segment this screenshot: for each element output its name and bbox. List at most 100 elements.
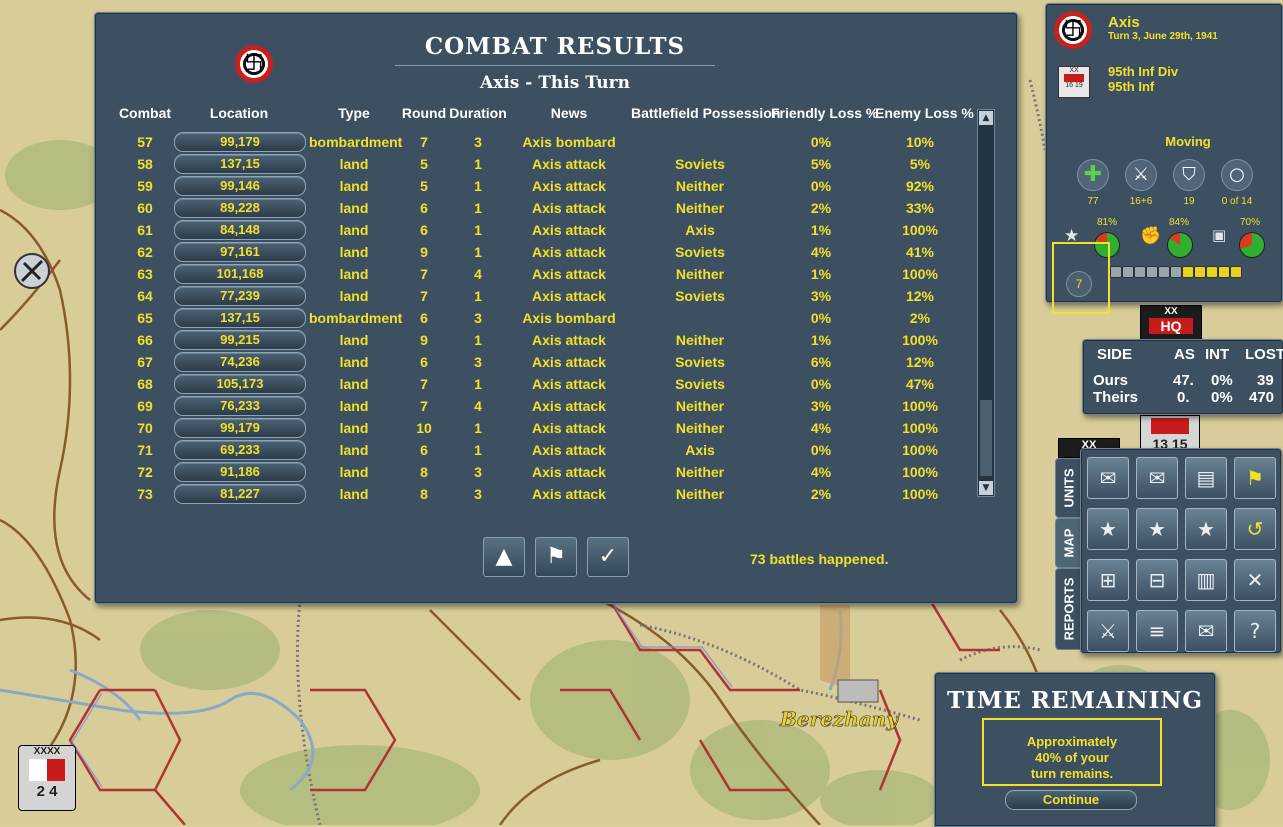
summary-ours-label: Ours	[1093, 372, 1129, 389]
cell-round: 6	[420, 310, 428, 326]
location-button[interactable]: 84,148	[174, 220, 306, 240]
org-chart-button[interactable]: ⊞	[1087, 559, 1129, 601]
location-button[interactable]: 81,227	[174, 484, 306, 504]
pct-morale: 84%	[1168, 217, 1189, 228]
counter-symbol	[1151, 418, 1189, 434]
unit-counter-hq[interactable]: XX HQ	[1140, 305, 1202, 343]
stat-moves: 0 of 14	[1221, 196, 1253, 207]
cell-combat: 70	[137, 420, 153, 436]
cell-duration: 1	[474, 222, 482, 238]
orders-button[interactable]: ≡	[1136, 610, 1178, 652]
cell-type: land	[339, 420, 369, 436]
counter-strength: 2 4	[36, 783, 58, 800]
command-button-grid: ✉ ✉ ▤ ⚑ ★ ★ ★ ↺ ⊞ ⊟ ▥ ✕ ⚔ ≡ ✉ ?	[1080, 448, 1282, 654]
location-button[interactable]: 77,239	[174, 286, 306, 306]
col-combat: Combat	[118, 105, 172, 121]
next-leader-button[interactable]: ★	[1136, 508, 1178, 550]
cell-combat: 65	[137, 310, 153, 326]
scroll-top-button[interactable]: ▲	[483, 537, 525, 577]
experience-pip	[1194, 266, 1206, 278]
table-row: 63 101,168 land 7 4 Axis attack Neither 1% 100%	[95, 263, 975, 285]
combat-results-table: 57 99,179 bombardment 7 3 Axis bombard 0% 10% 58…	[95, 131, 975, 505]
cell-friendly-loss: 3%	[810, 288, 832, 304]
cell-news: Axis attack	[532, 376, 606, 392]
location-button[interactable]: 69,233	[174, 440, 306, 460]
cell-duration: 3	[474, 464, 482, 480]
continue-button[interactable]: Continue	[1005, 790, 1137, 810]
unit-list-button[interactable]: ▤	[1185, 457, 1227, 499]
col-possession: Battlefield Possession	[631, 105, 781, 121]
time-remaining-panel: TIME REMAINING Approximately 40% of your…	[934, 672, 1216, 827]
confirm-button[interactable]: ✓	[587, 537, 629, 577]
col-type: Type	[338, 105, 370, 121]
army-counter[interactable]: XXXX 2 4	[18, 745, 76, 811]
location-button[interactable]: 101,168	[174, 264, 306, 284]
swords-icon: ⚔	[1125, 159, 1157, 191]
pct-experience: 81%	[1096, 217, 1117, 228]
location-button[interactable]: 76,233	[174, 396, 306, 416]
col-duration: Duration	[449, 105, 507, 121]
tab-map[interactable]: MAP	[1055, 518, 1083, 568]
cell-news: Axis attack	[532, 288, 606, 304]
tab-reports[interactable]: REPORTS	[1055, 568, 1083, 650]
help-button[interactable]: ?	[1234, 610, 1276, 652]
supply-icon: ▣	[1212, 226, 1227, 244]
location-button[interactable]: 99,215	[174, 330, 306, 350]
circle-icon: ○	[1221, 159, 1253, 191]
cell-round: 8	[420, 486, 428, 502]
experience-pip	[1110, 266, 1122, 278]
results-scrollbar[interactable]: ▲ ▼	[977, 109, 995, 497]
cell-news: Axis attack	[532, 354, 606, 370]
scroll-thumb[interactable]	[980, 400, 992, 476]
location-button[interactable]: 137,15	[174, 308, 306, 328]
location-button[interactable]: 91,186	[174, 462, 306, 482]
tab-units[interactable]: UNITS	[1055, 458, 1083, 518]
scroll-up-icon[interactable]: ▲	[979, 111, 993, 125]
hierarchy-button[interactable]: ⊟	[1136, 559, 1178, 601]
cell-duration: 1	[474, 288, 482, 304]
location-button[interactable]: 99,179	[174, 418, 306, 438]
location-button[interactable]: 137,15	[174, 154, 306, 174]
prev-leader-button[interactable]: ★	[1087, 508, 1129, 550]
unit-status: Moving	[1165, 134, 1211, 149]
experience-pip	[1170, 266, 1182, 278]
side-name: Axis	[1108, 14, 1140, 31]
axis-emblem-icon	[1054, 11, 1092, 49]
cell-type: land	[339, 200, 369, 216]
cell-type: land	[339, 398, 369, 414]
location-button[interactable]: 74,236	[174, 352, 306, 372]
location-button[interactable]: 97,161	[174, 242, 306, 262]
prev-unit-button[interactable]: ✉	[1087, 457, 1129, 499]
flag-objective-button[interactable]: ⚑	[1234, 457, 1276, 499]
counter-size: XX	[1164, 306, 1178, 317]
scroll-down-icon[interactable]: ▼	[979, 481, 993, 495]
cell-friendly-loss: 1%	[810, 222, 832, 238]
message-button[interactable]: ✉	[1185, 610, 1227, 652]
flag-button[interactable]: ⚑	[535, 537, 577, 577]
summary-ours-lost: 39	[1257, 372, 1274, 389]
location-button[interactable]: 89,228	[174, 198, 306, 218]
cell-combat: 57	[137, 134, 153, 150]
cell-friendly-loss: 1%	[810, 266, 832, 282]
location-button[interactable]: 99,179	[174, 132, 306, 152]
cell-type: land	[339, 178, 369, 194]
army-button[interactable]: ✕	[1234, 559, 1276, 601]
location-button[interactable]: 99,146	[174, 176, 306, 196]
leader-button[interactable]: ★	[1185, 508, 1227, 550]
cell-duration: 1	[474, 178, 482, 194]
cell-enemy-loss: 47%	[905, 376, 935, 392]
cell-enemy-loss: 41%	[905, 244, 935, 260]
cell-duration: 1	[474, 332, 482, 348]
disband-button[interactable]: ⚔	[1087, 610, 1129, 652]
cell-possession: Neither	[675, 332, 725, 348]
col-news: News	[550, 105, 588, 121]
cell-enemy-loss: 100%	[902, 222, 938, 238]
undo-button[interactable]: ↺	[1234, 508, 1276, 550]
cell-duration: 1	[474, 200, 482, 216]
next-unit-button[interactable]: ✉	[1136, 457, 1178, 499]
cell-duration: 4	[474, 398, 482, 414]
unit-counter-icon[interactable]: XX 16 19	[1058, 66, 1090, 98]
location-button[interactable]: 105,173	[174, 374, 306, 394]
cell-possession: Soviets	[675, 288, 725, 304]
hq-button[interactable]: ▥	[1185, 559, 1227, 601]
